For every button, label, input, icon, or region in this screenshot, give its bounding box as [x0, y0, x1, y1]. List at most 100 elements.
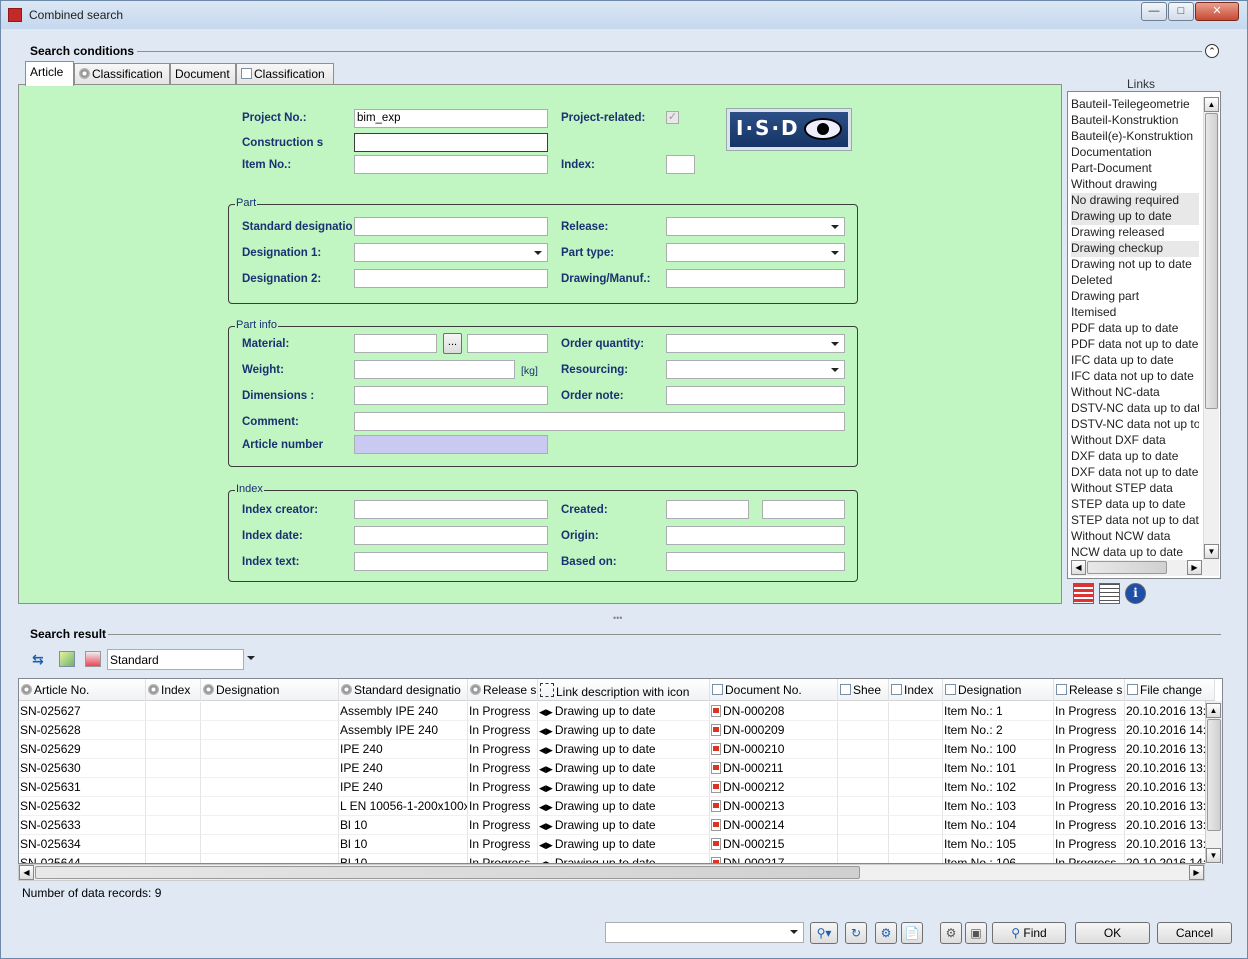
table-cell[interactable]: IPE 240 — [339, 740, 468, 759]
table-cell[interactable] — [889, 759, 943, 778]
table-cell[interactable]: Item No.: 102 — [943, 778, 1054, 797]
table-cell[interactable]: ◀▶ Drawing up to date — [538, 854, 710, 863]
table-cell[interactable]: L EN 10056-1-200x100x1 — [339, 797, 468, 816]
scroll-right-icon[interactable]: ▶ — [1187, 560, 1202, 575]
link-filter-item[interactable]: Bauteil(e)-Konstruktion — [1071, 129, 1199, 145]
refresh-icon[interactable]: ⇆ — [32, 651, 48, 667]
standard-designation-input[interactable] — [354, 217, 548, 236]
table-cell[interactable]: In Progress — [1054, 759, 1125, 778]
weight-input[interactable] — [354, 360, 515, 379]
table-cell[interactable] — [889, 740, 943, 759]
table-cell[interactable]: DN-000213 — [710, 797, 838, 816]
links-list[interactable]: ▲ ▼ ◀ ▶ Bauteil-Teilegeometrie Bauteil-Ko… — [1067, 91, 1221, 579]
table-cell[interactable]: Assembly IPE 240 — [339, 721, 468, 740]
table-cell[interactable]: ◀▶ Drawing up to date — [538, 721, 710, 740]
link-filter-item[interactable]: IFC data not up to date — [1071, 369, 1199, 385]
table-cell[interactable]: In Progress — [468, 797, 538, 816]
table-cell[interactable]: In Progress — [1054, 778, 1125, 797]
link-filter-item[interactable]: PDF data up to date — [1071, 321, 1199, 337]
table-cell[interactable] — [889, 816, 943, 835]
table-cell[interactable]: 20.10.2016 13:52 — [1125, 816, 1215, 835]
project-no-input[interactable]: bim_exp — [354, 109, 548, 128]
table-cell[interactable]: ◀▶ Drawing up to date — [538, 797, 710, 816]
collapse-icon[interactable]: ⌃ — [1205, 44, 1219, 58]
table-cell[interactable] — [201, 816, 339, 835]
table-cell[interactable]: ◀▶ Drawing up to date — [538, 835, 710, 854]
link-filter-item[interactable]: STEP data up to date — [1071, 497, 1199, 513]
search-result-grid[interactable]: Article No. Index Designation Standard desi… — [18, 678, 1223, 864]
link-filter-item[interactable]: DXF data up to date — [1071, 449, 1199, 465]
list-view-icon[interactable] — [1099, 583, 1120, 604]
scroll-left-icon[interactable]: ◀ — [1071, 560, 1086, 575]
find-button[interactable]: ⚲ Find — [992, 922, 1066, 944]
table-cell[interactable]: In Progress — [1054, 797, 1125, 816]
comment-input[interactable] — [354, 412, 845, 431]
scroll-up-icon[interactable]: ▲ — [1206, 703, 1221, 718]
close-button[interactable]: ✕ — [1195, 2, 1239, 21]
origin-input[interactable] — [666, 526, 845, 545]
column-header[interactable]: File change — [1125, 679, 1215, 701]
table-cell[interactable]: In Progress — [468, 835, 538, 854]
table-cell[interactable]: Item No.: 106 — [943, 854, 1054, 863]
table-cell[interactable]: Bl 10 — [339, 816, 468, 835]
material-input[interactable] — [354, 334, 437, 353]
gear-icon[interactable]: ⚙ — [940, 922, 962, 944]
table-cell[interactable] — [889, 797, 943, 816]
table-cell[interactable]: Bl 10 — [339, 835, 468, 854]
table-cell[interactable] — [146, 797, 201, 816]
table-cell[interactable] — [201, 702, 339, 721]
splitter-grip[interactable]: ••• — [613, 613, 622, 623]
table-cell[interactable]: Item No.: 1 — [943, 702, 1054, 721]
link-filter-item[interactable]: Part-Document — [1071, 161, 1199, 177]
item-no-input[interactable] — [354, 155, 548, 174]
table-cell[interactable]: In Progress — [1054, 721, 1125, 740]
table-cell[interactable] — [889, 778, 943, 797]
link-filter-item[interactable]: Without NC-data — [1071, 385, 1199, 401]
scroll-thumb[interactable] — [1207, 719, 1221, 831]
chevron-down-icon[interactable] — [247, 656, 255, 660]
table-cell[interactable]: ◀▶ Drawing up to date — [538, 740, 710, 759]
image-icon[interactable] — [59, 651, 75, 667]
table-cell[interactable]: In Progress — [1054, 854, 1125, 863]
table-cell[interactable]: SN-025633 — [19, 816, 146, 835]
table-cell[interactable]: In Progress — [1054, 835, 1125, 854]
table-cell[interactable] — [146, 740, 201, 759]
document-icon[interactable]: ▣ — [965, 922, 987, 944]
scroll-up-icon[interactable]: ▲ — [1204, 97, 1219, 112]
export-icon[interactable] — [85, 651, 101, 667]
table-cell[interactable]: In Progress — [468, 740, 538, 759]
table-cell[interactable]: 20.10.2016 14:41 — [1125, 854, 1215, 863]
tab-classification[interactable]: Classification — [74, 63, 170, 85]
table-cell[interactable]: In Progress — [1054, 740, 1125, 759]
table-cell[interactable]: Item No.: 2 — [943, 721, 1054, 740]
link-filter-item[interactable]: Deleted — [1071, 273, 1199, 289]
table-cell[interactable]: Item No.: 105 — [943, 835, 1054, 854]
index-input[interactable] — [666, 155, 695, 174]
table-cell[interactable] — [838, 797, 889, 816]
table-cell[interactable]: In Progress — [1054, 702, 1125, 721]
table-cell[interactable] — [146, 816, 201, 835]
link-filter-item[interactable]: Drawing released — [1071, 225, 1199, 241]
table-cell[interactable]: 20.10.2016 13:52 — [1125, 778, 1215, 797]
table-view-icon[interactable] — [1073, 583, 1094, 604]
table-cell[interactable] — [889, 702, 943, 721]
resourcing-select[interactable] — [666, 360, 845, 379]
release-select[interactable] — [666, 217, 845, 236]
table-cell[interactable]: In Progress — [468, 721, 538, 740]
table-cell[interactable] — [201, 740, 339, 759]
table-cell[interactable]: Item No.: 100 — [943, 740, 1054, 759]
table-cell[interactable] — [838, 835, 889, 854]
table-cell[interactable]: In Progress — [468, 854, 538, 863]
column-header[interactable]: Release s — [468, 679, 538, 701]
link-filter-item[interactable]: Without STEP data — [1071, 481, 1199, 497]
table-cell[interactable]: Item No.: 101 — [943, 759, 1054, 778]
scroll-right-icon[interactable]: ▶ — [1189, 865, 1204, 880]
table-cell[interactable]: DN-000209 — [710, 721, 838, 740]
table-cell[interactable] — [201, 854, 339, 863]
table-cell[interactable] — [201, 835, 339, 854]
index-text-input[interactable] — [354, 552, 548, 571]
table-cell[interactable]: SN-025644 — [19, 854, 146, 863]
link-filter-item[interactable]: Without drawing — [1071, 177, 1199, 193]
scroll-down-icon[interactable]: ▼ — [1204, 544, 1219, 559]
table-cell[interactable] — [838, 778, 889, 797]
